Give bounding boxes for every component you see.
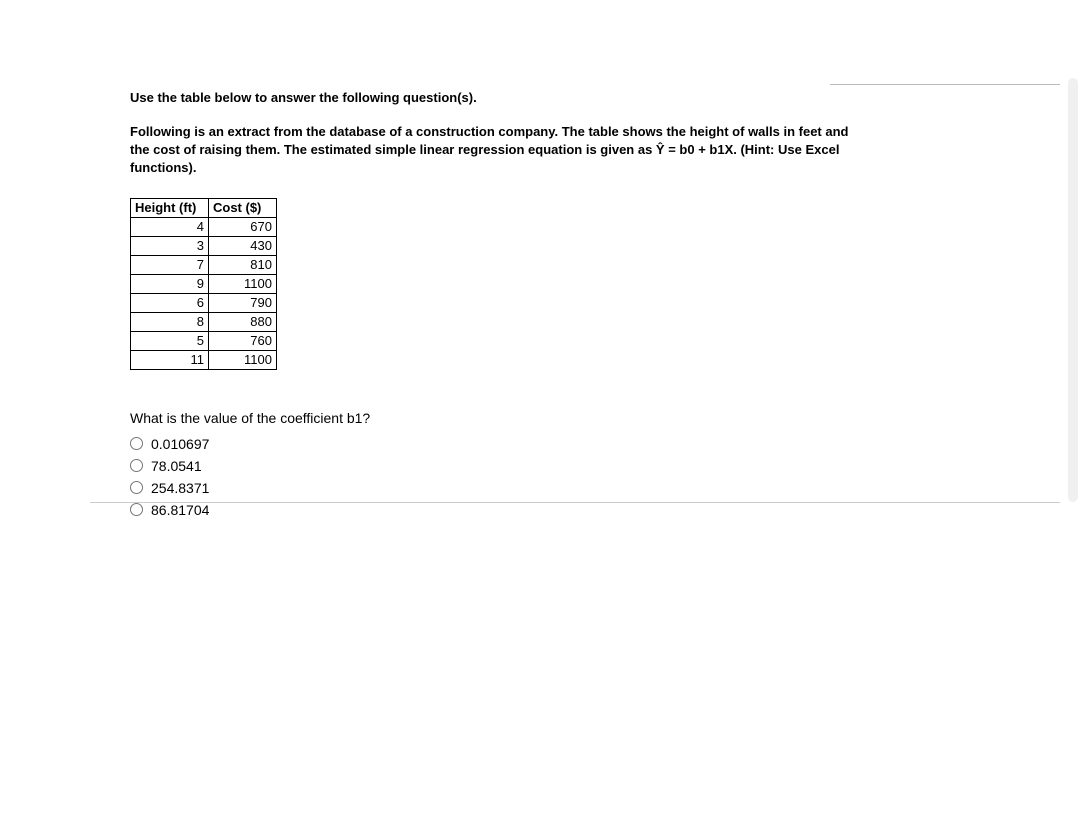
option-item: 78.0541 <box>130 458 1080 474</box>
cell-height: 9 <box>131 274 209 293</box>
scrollbar[interactable] <box>1068 78 1078 502</box>
option-radio-1[interactable] <box>130 437 143 450</box>
option-radio-4[interactable] <box>130 503 143 516</box>
table-row: 3 430 <box>131 236 277 255</box>
table-row: 7 810 <box>131 255 277 274</box>
cell-cost: 880 <box>209 312 277 331</box>
cell-height: 4 <box>131 217 209 236</box>
table-row: 6 790 <box>131 293 277 312</box>
cell-cost: 1100 <box>209 274 277 293</box>
cell-height: 11 <box>131 350 209 369</box>
option-label: 0.010697 <box>151 436 209 452</box>
option-item: 254.8371 <box>130 480 1080 496</box>
table-header-row: Height (ft) Cost ($) <box>131 198 277 217</box>
table-row: 8 880 <box>131 312 277 331</box>
cell-height: 7 <box>131 255 209 274</box>
cell-cost: 760 <box>209 331 277 350</box>
option-radio-3[interactable] <box>130 481 143 494</box>
decorative-line <box>830 84 1060 85</box>
option-label: 78.0541 <box>151 458 202 474</box>
cell-cost: 670 <box>209 217 277 236</box>
header-height: Height (ft) <box>131 198 209 217</box>
option-label: 86.81704 <box>151 502 209 518</box>
option-radio-2[interactable] <box>130 459 143 472</box>
instruction-text: Use the table below to answer the follow… <box>130 90 1080 105</box>
cell-height: 5 <box>131 331 209 350</box>
option-item: 86.81704 <box>130 502 1080 518</box>
header-cost: Cost ($) <box>209 198 277 217</box>
description-text: Following is an extract from the databas… <box>130 123 870 178</box>
data-table: Height (ft) Cost ($) 4 670 3 430 7 810 9… <box>130 198 277 370</box>
question-text: What is the value of the coefficient b1? <box>130 410 1080 426</box>
table-row: 11 1100 <box>131 350 277 369</box>
divider-line <box>90 502 1060 503</box>
option-label: 254.8371 <box>151 480 209 496</box>
table-row: 5 760 <box>131 331 277 350</box>
cell-cost: 810 <box>209 255 277 274</box>
table-row: 9 1100 <box>131 274 277 293</box>
cell-height: 6 <box>131 293 209 312</box>
cell-cost: 430 <box>209 236 277 255</box>
cell-height: 3 <box>131 236 209 255</box>
table-row: 4 670 <box>131 217 277 236</box>
option-item: 0.010697 <box>130 436 1080 452</box>
cell-height: 8 <box>131 312 209 331</box>
cell-cost: 790 <box>209 293 277 312</box>
cell-cost: 1100 <box>209 350 277 369</box>
answer-options: 0.010697 78.0541 254.8371 86.81704 <box>130 436 1080 518</box>
